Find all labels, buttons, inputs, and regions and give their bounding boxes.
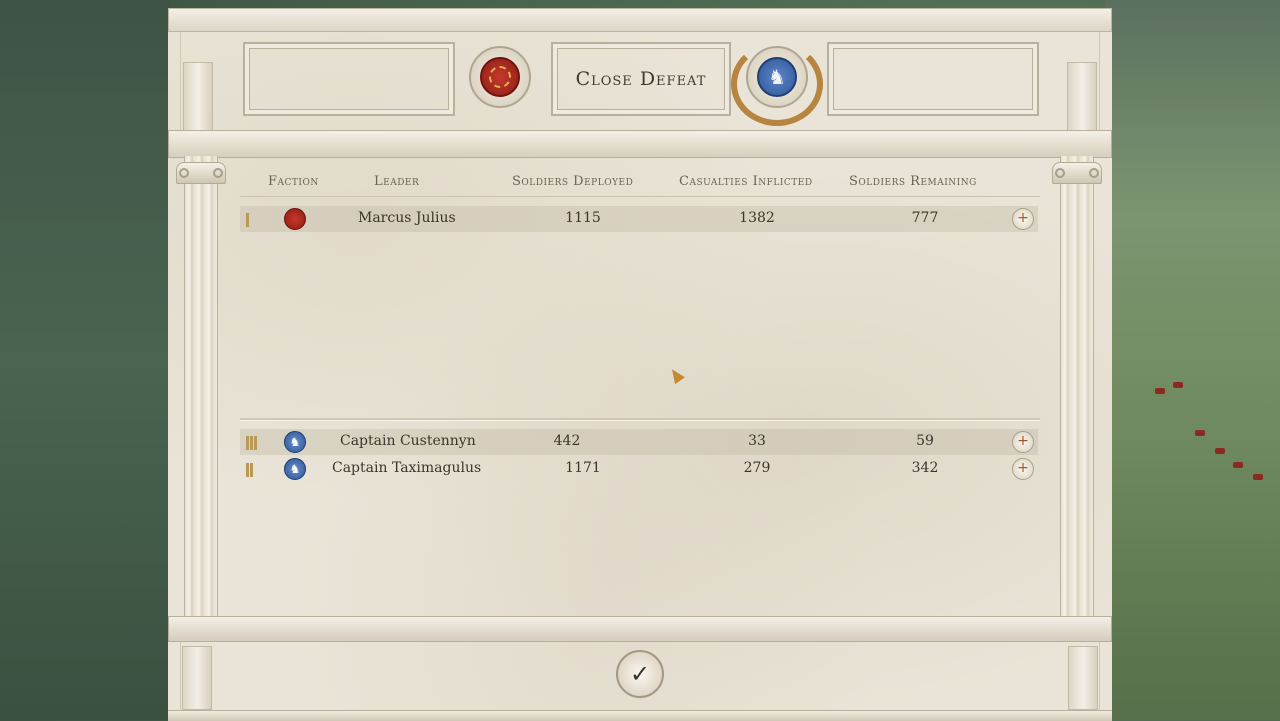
battle-results-panel: Close Defeat ♞ Faction Leader Soldiers D… bbox=[168, 8, 1112, 721]
column-capital-left bbox=[176, 162, 226, 184]
column-left bbox=[184, 156, 218, 618]
troop-marker bbox=[1215, 448, 1225, 454]
stag-faction-icon: ♞ bbox=[284, 431, 306, 453]
result-title-frame: Close Defeat bbox=[551, 42, 731, 116]
header-leader: Leader bbox=[374, 174, 420, 189]
rank-icon bbox=[246, 212, 258, 227]
result-title: Close Defeat bbox=[575, 68, 707, 90]
header-casualties: Casualties Inflicted bbox=[679, 174, 813, 189]
battlefield-left bbox=[0, 0, 170, 720]
soldiers-deployed: 1115 bbox=[565, 210, 601, 226]
soldiers-deployed: 1171 bbox=[565, 460, 601, 476]
confirm-button[interactable]: ✓ bbox=[616, 650, 664, 698]
troop-marker bbox=[1173, 382, 1183, 388]
soldiers-deployed: 442 bbox=[553, 433, 581, 449]
unit-details-button[interactable]: + bbox=[1012, 458, 1034, 480]
unit-details-button[interactable]: + bbox=[1012, 208, 1034, 230]
troop-marker bbox=[1155, 388, 1165, 394]
table-row[interactable]: ♞ Captain Custennyn 442 33 59 + bbox=[240, 429, 1038, 455]
mouse-cursor-icon bbox=[667, 365, 685, 385]
casualties-inflicted: 1382 bbox=[739, 210, 775, 226]
soldiers-remaining: 59 bbox=[916, 433, 934, 449]
leader-name: Captain Custennyn bbox=[340, 433, 476, 449]
leader-name: Marcus Julius bbox=[358, 210, 456, 226]
troop-marker bbox=[1253, 474, 1263, 480]
white-stag-icon: ♞ bbox=[757, 57, 797, 97]
table-row[interactable]: Marcus Julius 1115 1382 777 + bbox=[240, 206, 1038, 232]
player-banner-frame bbox=[243, 42, 455, 116]
results-header: Close Defeat ♞ bbox=[180, 32, 1100, 156]
header-ledge bbox=[168, 130, 1112, 158]
leader-name: Captain Taximagulus bbox=[332, 460, 482, 476]
header-faction: Faction bbox=[268, 174, 319, 189]
column-capital-right bbox=[1052, 162, 1102, 184]
header-remaining: Soldiers Remaining bbox=[849, 174, 977, 189]
troop-marker bbox=[1233, 462, 1243, 468]
rome-faction-icon bbox=[284, 208, 306, 230]
casualties-inflicted: 279 bbox=[743, 460, 771, 476]
results-table: Faction Leader Soldiers Deployed Casualt… bbox=[224, 158, 1056, 620]
table-row[interactable]: ♞ Captain Taximagulus 1171 279 342 + bbox=[240, 456, 1038, 482]
player-faction-medal bbox=[469, 46, 531, 108]
enemy-banner-frame bbox=[827, 42, 1039, 116]
column-right bbox=[1060, 156, 1094, 618]
footer-ledge bbox=[168, 616, 1112, 642]
battlefield-right bbox=[1105, 0, 1280, 720]
rome-eagle-icon bbox=[480, 57, 520, 97]
soldiers-remaining: 342 bbox=[911, 460, 939, 476]
header-deployed: Soldiers Deployed bbox=[512, 174, 634, 189]
bottom-base bbox=[168, 710, 1112, 721]
side-divider bbox=[240, 418, 1040, 421]
checkmark-icon: ✓ bbox=[629, 660, 651, 688]
casualties-inflicted: 33 bbox=[748, 433, 766, 449]
rank-icon bbox=[246, 435, 258, 450]
enemy-faction-medal: ♞ bbox=[746, 46, 808, 108]
soldiers-remaining: 777 bbox=[911, 210, 939, 226]
header-rule bbox=[240, 196, 1040, 197]
rank-icon bbox=[246, 462, 258, 477]
unit-details-button[interactable]: + bbox=[1012, 431, 1034, 453]
stag-faction-icon: ♞ bbox=[284, 458, 306, 480]
top-cornice bbox=[168, 8, 1112, 32]
troop-marker bbox=[1195, 430, 1205, 436]
